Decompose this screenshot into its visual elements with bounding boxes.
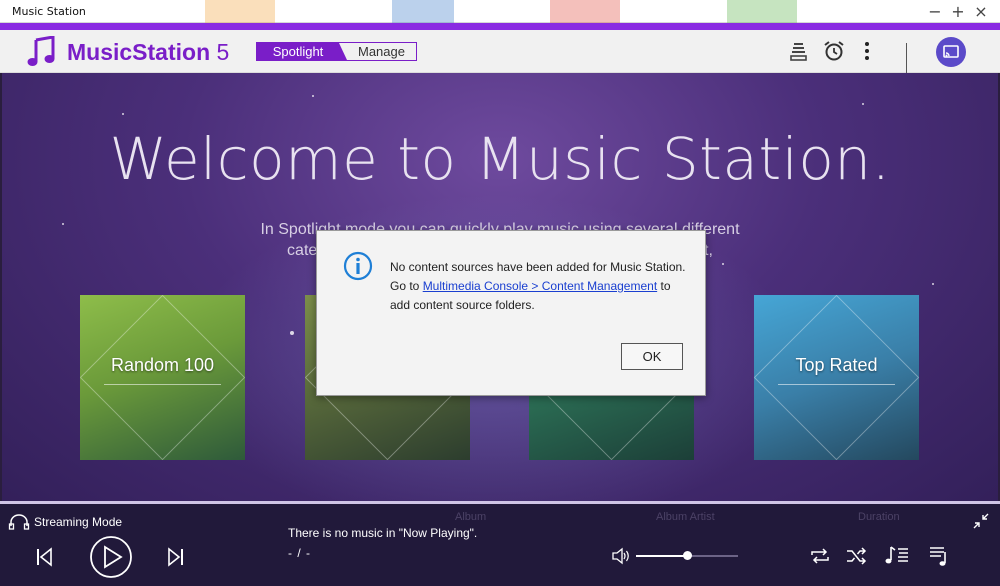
music-note-logo-icon xyxy=(27,36,55,66)
tab-manage[interactable]: Manage xyxy=(339,43,416,60)
app-header: MusicStation 5 Spotlight Manage xyxy=(0,30,1000,73)
tile-rule xyxy=(104,384,221,385)
tile-top-rated[interactable]: Top Rated xyxy=(754,295,919,460)
previous-track-icon[interactable] xyxy=(34,546,54,568)
tile-diamond xyxy=(754,295,919,460)
background-strip xyxy=(205,0,275,23)
repeat-icon[interactable] xyxy=(808,546,832,566)
tile-label: Top Rated xyxy=(795,355,878,375)
tile-random-100[interactable]: Random 100 xyxy=(80,295,245,460)
next-track-icon[interactable] xyxy=(166,546,186,568)
player-bar: Album Album Artist Duration Streaming Mo… xyxy=(0,501,1000,586)
window-titlebar: Music Station − + × xyxy=(0,0,1000,23)
more-vertical-icon[interactable] xyxy=(855,39,879,63)
header-divider xyxy=(906,43,907,73)
star xyxy=(122,113,124,115)
star xyxy=(722,263,724,265)
close-button[interactable]: × xyxy=(970,2,992,22)
alert-dialog: No content sources have been added for M… xyxy=(316,230,706,396)
collapse-icon[interactable] xyxy=(972,512,990,530)
star xyxy=(290,331,294,335)
welcome-heading: Welcome to Music Station. xyxy=(109,125,891,193)
app-version: 5 xyxy=(210,39,230,65)
shuffle-icon[interactable] xyxy=(845,546,869,566)
volume-slider[interactable] xyxy=(636,551,738,560)
maximize-button[interactable]: + xyxy=(947,2,969,22)
tab-spotlight[interactable]: Spotlight xyxy=(257,43,347,60)
streaming-mode-label: Streaming Mode xyxy=(34,515,123,529)
cast-icon xyxy=(943,45,959,58)
volume-slider-knob[interactable] xyxy=(683,551,692,560)
star xyxy=(312,95,314,97)
dialog-line-2: Go to Multimedia Console > Content Manag… xyxy=(390,277,690,296)
cast-button[interactable] xyxy=(936,37,966,67)
ghost-header-duration: Duration xyxy=(858,511,900,523)
mode-switch: Spotlight Manage xyxy=(256,42,417,61)
tile-rule xyxy=(778,384,895,385)
lyrics-icon[interactable] xyxy=(884,544,910,568)
alarm-clock-icon[interactable] xyxy=(822,39,846,63)
headphones-icon xyxy=(8,514,30,530)
background-strip xyxy=(392,0,454,23)
ghost-header-album-artist: Album Artist xyxy=(656,511,715,523)
now-playing-text: There is no music in "Now Playing". xyxy=(288,526,478,540)
accent-bar xyxy=(0,23,1000,30)
dialog-line-2-prefix: Go to xyxy=(390,279,423,293)
star xyxy=(862,103,864,105)
background-strip xyxy=(550,0,620,23)
info-icon xyxy=(343,251,373,281)
play-button[interactable] xyxy=(89,535,133,579)
volume-slider-fill xyxy=(636,555,687,557)
dialog-line-1: No content sources have been added for M… xyxy=(390,260,686,274)
ghost-header-album: Album xyxy=(455,511,487,523)
app-name-text: MusicStation xyxy=(67,39,211,65)
star xyxy=(932,283,934,285)
dialog-line-2-suffix: to xyxy=(657,279,671,293)
tile-diamond xyxy=(80,295,245,460)
dialog-message: No content sources have been added for M… xyxy=(390,258,690,315)
dialog-line-3: add content source folders. xyxy=(390,298,535,312)
window-title: Music Station xyxy=(12,5,86,18)
playlist-queue-icon[interactable] xyxy=(927,544,951,568)
tile-label: Random 100 xyxy=(110,355,215,375)
track-time: - / - xyxy=(288,546,311,560)
content-management-link[interactable]: Multimedia Console > Content Management xyxy=(423,279,657,293)
minimize-button[interactable]: − xyxy=(924,2,946,22)
volume-icon[interactable] xyxy=(611,547,631,565)
app-name: MusicStation 5 xyxy=(67,39,229,66)
queue-stack-icon[interactable] xyxy=(788,39,812,63)
ok-button[interactable]: OK xyxy=(621,343,683,370)
background-strip xyxy=(727,0,797,23)
streaming-mode-toggle[interactable]: Streaming Mode xyxy=(8,514,122,530)
